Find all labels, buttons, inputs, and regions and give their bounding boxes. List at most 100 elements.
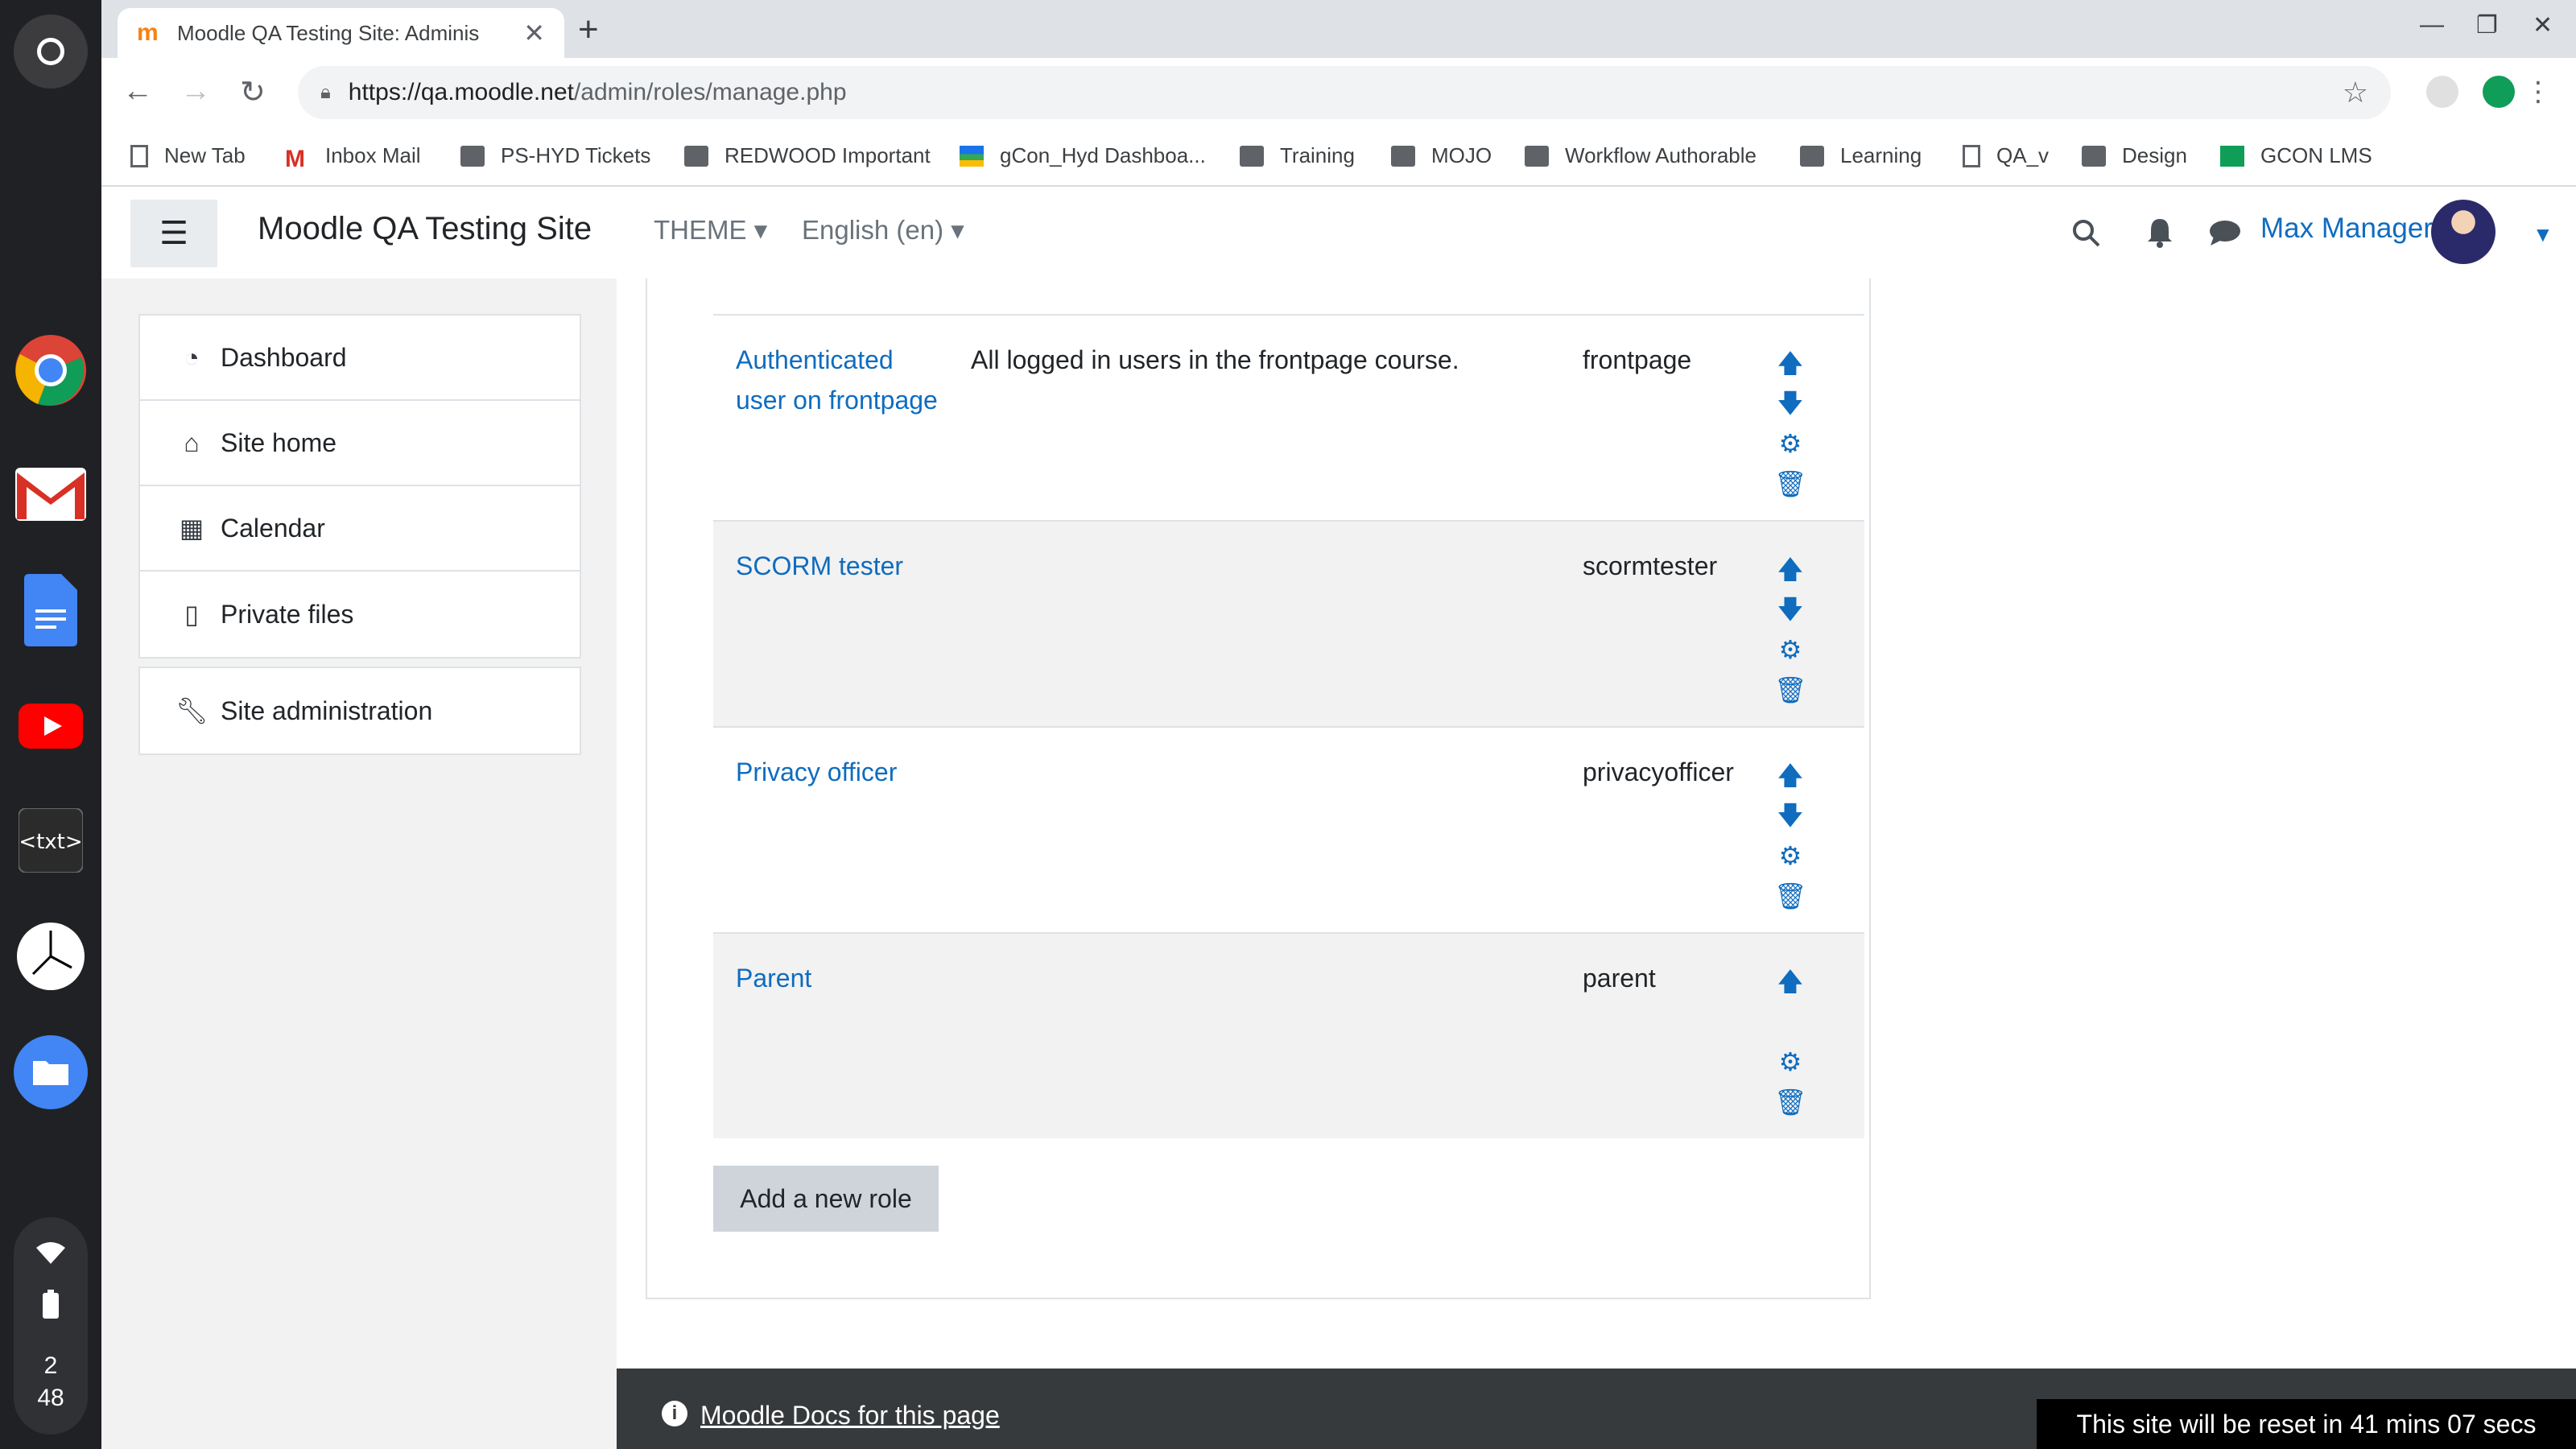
forward-icon[interactable]: → xyxy=(180,74,211,109)
user-menu-caret-icon[interactable]: ▼ xyxy=(2533,222,2553,247)
extension-1-icon[interactable] xyxy=(2426,76,2458,108)
bookmark-item[interactable]: PS-HYD Tickets xyxy=(460,143,650,168)
bookmark-item[interactable]: Training xyxy=(1240,143,1355,168)
role-name-link[interactable]: Authenticated user on frontpage xyxy=(736,340,945,420)
nav-item-dashboard[interactable]: ◔ Dashboard xyxy=(140,316,580,401)
moodle-favicon-icon: m xyxy=(137,19,159,46)
nav-item-calendar[interactable]: ▦ Calendar xyxy=(140,486,580,572)
back-icon[interactable]: ← xyxy=(122,74,153,109)
bookmark-item[interactable]: Design xyxy=(2082,143,2187,168)
move-down-icon[interactable]: 🡇 xyxy=(1774,383,1806,423)
move-up-icon[interactable]: 🡅 xyxy=(1774,549,1806,589)
site-name[interactable]: Moodle QA Testing Site xyxy=(258,211,592,247)
close-window-icon[interactable]: ✕ xyxy=(2533,11,2553,39)
classroom-icon xyxy=(2220,145,2244,167)
trash-icon[interactable]: 🗑︎ xyxy=(1774,670,1807,710)
minimize-icon[interactable]: — xyxy=(2420,11,2444,39)
roles-table: Authenticated user on frontpage All logg… xyxy=(713,314,1864,1138)
bookmark-star-icon[interactable]: ☆ xyxy=(2343,76,2368,109)
address-bar[interactable]: 🔒︎ https://qa.moodle.net/admin/roles/man… xyxy=(298,66,2391,119)
menu-dots-icon[interactable]: ⋮ xyxy=(2524,76,2557,108)
gear-icon[interactable]: ⚙ xyxy=(1774,836,1806,876)
clock-minute: 48 xyxy=(37,1385,64,1411)
docs-app-icon[interactable] xyxy=(14,573,88,647)
chrome-app-icon[interactable] xyxy=(14,333,88,407)
close-tab-icon[interactable]: ✕ xyxy=(523,18,545,48)
role-actions: 🡅 ⚙ 🗑︎ xyxy=(1774,961,1807,1122)
user-name[interactable]: Max Manager xyxy=(2260,213,2433,245)
bookmark-item[interactable]: MOJO xyxy=(1391,143,1492,168)
bookmark-item[interactable]: Workflow Authorable xyxy=(1525,143,1757,168)
role-short-name: privacyofficer xyxy=(1583,758,1734,786)
text-app-icon[interactable]: <txt> xyxy=(14,803,88,877)
moodle-docs-link[interactable]: Moodle Docs for this page xyxy=(700,1401,1000,1430)
clock-app-icon[interactable] xyxy=(14,919,88,993)
active-tab[interactable]: m Moodle QA Testing Site: Adminis ✕ xyxy=(118,8,564,58)
move-down-icon[interactable]: 🡇 xyxy=(1774,589,1806,630)
drawer-toggle-button[interactable]: ☰ xyxy=(130,200,217,267)
nav-item-private-files[interactable]: ▯ Private files xyxy=(140,572,580,657)
role-actions: 🡅 🡇 ⚙ 🗑︎ xyxy=(1774,755,1807,916)
trash-icon[interactable]: 🗑︎ xyxy=(1774,876,1807,916)
nav-item-site-home[interactable]: ⌂ Site home xyxy=(140,401,580,486)
extension-2-icon[interactable] xyxy=(2483,76,2515,108)
home-icon: ⌂ xyxy=(184,427,200,457)
search-icon[interactable] xyxy=(2072,219,2101,248)
launcher-button[interactable] xyxy=(14,14,88,89)
bookmarks-bar: New Tab M Inbox Mail PS-HYD Tickets REDWO… xyxy=(101,129,2576,187)
trash-icon[interactable]: 🗑︎ xyxy=(1774,1082,1807,1122)
browser-window: m Moodle QA Testing Site: Adminis ✕ + — … xyxy=(101,0,2576,1449)
nav-item-site-administration[interactable]: 🔧︎ Site administration xyxy=(140,668,580,753)
role-name-link[interactable]: Privacy officer xyxy=(736,752,945,792)
table-row: Parent parent 🡅 ⚙ 🗑︎ xyxy=(713,932,1864,1138)
chat-icon[interactable] xyxy=(2209,219,2241,246)
chromeos-shelf: <txt> 2 48 xyxy=(0,0,101,1449)
bookmark-item[interactable]: Learning xyxy=(1800,143,1922,168)
bookmark-item[interactable]: gCon_Hyd Dashboa... xyxy=(960,143,1206,168)
moodle-navbar: ☰ Moodle QA Testing Site THEME ▾ English… xyxy=(101,187,2576,279)
table-row: Privacy officer privacyofficer 🡅 🡇 ⚙ 🗑︎ xyxy=(713,726,1864,932)
bookmark-item[interactable]: REDWOOD Important xyxy=(684,143,931,168)
avatar[interactable] xyxy=(2431,200,2496,264)
move-up-icon[interactable]: 🡅 xyxy=(1774,343,1806,383)
gmail-app-icon[interactable] xyxy=(14,457,88,531)
gear-icon[interactable]: ⚙ xyxy=(1774,630,1806,670)
bookmark-item[interactable]: New Tab xyxy=(130,143,246,168)
move-down-icon[interactable]: 🡇 xyxy=(1774,795,1806,836)
role-short-name: frontpage xyxy=(1583,345,1692,374)
clock-hour: 2 xyxy=(43,1352,58,1379)
page-icon xyxy=(130,144,148,167)
folder-icon xyxy=(2082,145,2106,167)
bookmark-item[interactable]: M Inbox Mail xyxy=(285,143,421,172)
role-name-link[interactable]: SCORM tester xyxy=(736,546,945,586)
folder-icon xyxy=(684,145,708,167)
role-description: All logged in users in the frontpage cou… xyxy=(971,345,1459,374)
bookmark-item[interactable]: QA_v xyxy=(1963,143,2049,168)
add-new-role-button[interactable]: Add a new role xyxy=(713,1166,939,1232)
move-up-icon[interactable]: 🡅 xyxy=(1774,961,1806,1001)
gear-icon[interactable]: ⚙ xyxy=(1774,423,1806,464)
gear-icon[interactable]: ⚙ xyxy=(1774,1042,1806,1082)
url-path: /admin/roles/manage.php xyxy=(573,79,847,105)
youtube-app-icon[interactable] xyxy=(14,689,88,763)
role-name-link[interactable]: Parent xyxy=(736,958,945,998)
reload-icon[interactable]: ↻ xyxy=(240,74,266,110)
launcher-icon xyxy=(37,38,64,65)
restore-icon[interactable]: ❐ xyxy=(2476,11,2498,39)
tab-strip: m Moodle QA Testing Site: Adminis ✕ + — … xyxy=(101,0,2576,58)
browser-toolbar: ← → ↻ 🔒︎ https://qa.moodle.net/admin/rol… xyxy=(101,58,2576,129)
language-menu[interactable]: English (en) ▾ xyxy=(802,214,964,246)
roles-card: Authenticated user on frontpage All logg… xyxy=(646,279,1871,1299)
bookmark-item[interactable]: GCON LMS xyxy=(2220,143,2372,168)
trash-icon[interactable]: 🗑︎ xyxy=(1774,464,1807,504)
status-tray[interactable]: 2 48 xyxy=(14,1217,88,1435)
files-app-icon[interactable] xyxy=(14,1035,88,1109)
theme-menu[interactable]: THEME ▾ xyxy=(654,214,767,246)
role-short-name: scormtester xyxy=(1583,551,1718,580)
file-icon: ▯ xyxy=(184,600,199,629)
table-row: SCORM tester scormtester 🡅 🡇 ⚙ 🗑︎ xyxy=(713,520,1864,726)
main-content: Authenticated user on frontpage All logg… xyxy=(617,279,2576,1365)
new-tab-icon[interactable]: + xyxy=(578,10,599,50)
bell-icon[interactable] xyxy=(2146,217,2174,248)
move-up-icon[interactable]: 🡅 xyxy=(1774,755,1806,795)
